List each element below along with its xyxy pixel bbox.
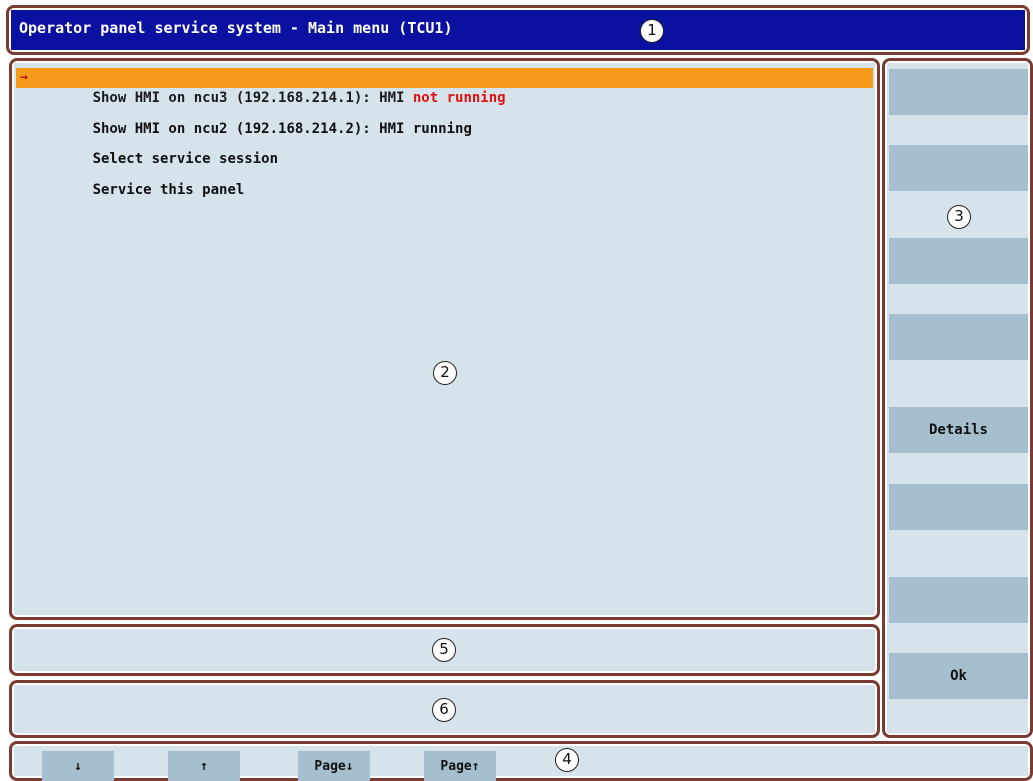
up-arrow-button[interactable]: ↑ — [168, 751, 240, 781]
vertical-softkey-frame: Details Ok — [882, 58, 1033, 738]
callout-1: 1 — [640, 19, 664, 43]
horizontal-softkey-frame: ↓ ↑ Page↓ Page↑ — [9, 741, 1033, 781]
vertical-softkey-7[interactable] — [889, 577, 1028, 623]
vertical-softkey-3[interactable] — [889, 238, 1028, 284]
callout-5: 5 — [432, 638, 456, 662]
title-bar: Operator panel service system - Main men… — [11, 10, 1025, 50]
menu-frame: → Show HMI on ncu3 (192.168.214.1): HMI n… — [9, 58, 880, 620]
selection-arrow-icon: → — [20, 70, 28, 85]
title-frame: Operator panel service system - Main men… — [6, 5, 1030, 55]
callout-3: 3 — [947, 205, 971, 229]
page-down-button[interactable]: Page↓ — [298, 751, 370, 781]
menu-area: → Show HMI on ncu3 (192.168.214.1): HMI n… — [14, 63, 875, 615]
menu-item-show-hmi-ncu2[interactable]: Show HMI on ncu2 (192.168.214.2): HMI ru… — [16, 99, 873, 137]
vertical-softkey-6[interactable] — [889, 484, 1028, 530]
vertical-softkey-1[interactable] — [889, 69, 1028, 115]
callout-4: 4 — [555, 748, 579, 772]
menu-item-show-hmi-ncu3[interactable]: → Show HMI on ncu3 (192.168.214.1): HMI n… — [16, 68, 873, 106]
down-arrow-button[interactable]: ↓ — [42, 751, 114, 781]
details-button[interactable]: Details — [889, 407, 1028, 453]
vertical-softkey-4[interactable] — [889, 314, 1028, 360]
vertical-softkey-bar: Details Ok — [887, 63, 1028, 733]
menu-item-select-service-session[interactable]: Select service session — [16, 129, 873, 167]
horizontal-softkey-bar: ↓ ↑ Page↓ Page↑ — [14, 746, 1028, 781]
ok-button[interactable]: Ok — [889, 653, 1028, 699]
menu-item-label: Service this panel — [92, 182, 245, 198]
callout-6: 6 — [432, 698, 456, 722]
vertical-softkey-2[interactable] — [889, 145, 1028, 191]
page-up-button[interactable]: Page↑ — [424, 751, 496, 781]
callout-2: 2 — [433, 361, 457, 385]
menu-item-service-this-panel[interactable]: Service this panel — [16, 160, 873, 198]
